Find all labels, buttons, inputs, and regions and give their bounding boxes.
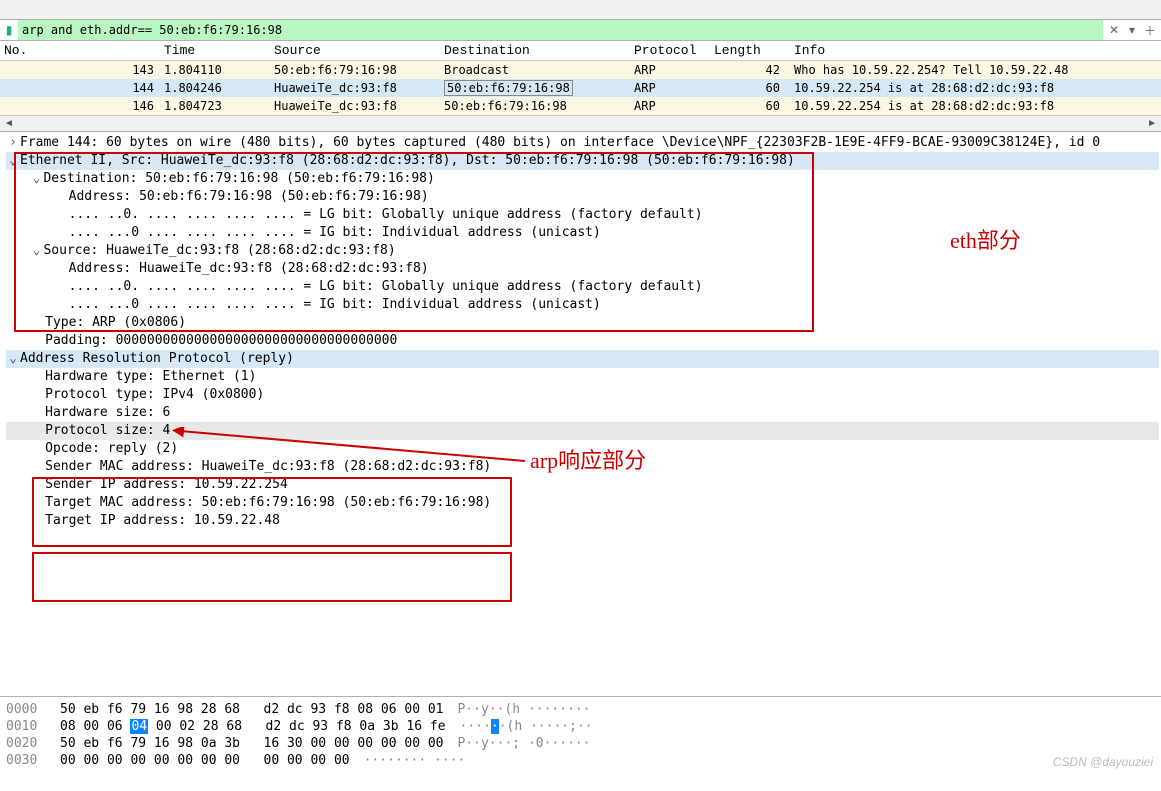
packet-list-header: No. Time Source Destination Protocol Len… — [0, 41, 1161, 61]
header-no[interactable]: No. — [0, 42, 160, 59]
hex-row[interactable]: 002050 eb f6 79 16 98 0a 3b 16 30 00 00 … — [6, 735, 1155, 752]
filter-add-icon[interactable]: ＋ — [1143, 23, 1157, 37]
tree-row[interactable]: ⌄Destination: 50:eb:f6:79:16:98 (50:eb:f… — [6, 170, 1159, 188]
expand-icon[interactable]: › — [6, 134, 20, 152]
hex-row[interactable]: 000050 eb f6 79 16 98 28 68 d2 dc 93 f8 … — [6, 701, 1155, 718]
hex-row[interactable]: 001008 00 06 04 00 02 28 68 d2 dc 93 f8 … — [6, 718, 1155, 735]
filter-clear-icon[interactable]: ✕ — [1107, 23, 1121, 37]
packet-row[interactable]: 146 1.804723 HuaweiTe_dc:93:f8 50:eb:f6:… — [0, 97, 1161, 115]
tree-row[interactable]: Padding: 0000000000000000000000000000000… — [6, 332, 1159, 350]
tree-row[interactable]: Address: HuaweiTe_dc:93:f8 (28:68:d2:dc:… — [6, 260, 1159, 278]
scroll-right-icon[interactable]: ► — [1147, 118, 1157, 129]
packet-bytes-pane: 000050 eb f6 79 16 98 28 68 d2 dc 93 f8 … — [0, 697, 1161, 773]
header-protocol[interactable]: Protocol — [630, 42, 710, 59]
hscroll-bar[interactable]: ◄ ► — [0, 115, 1161, 131]
collapse-icon[interactable]: ⌄ — [6, 152, 20, 170]
tree-row[interactable]: Address: 50:eb:f6:79:16:98 (50:eb:f6:79:… — [6, 188, 1159, 206]
hex-row[interactable]: 003000 00 00 00 00 00 00 00 00 00 00 00·… — [6, 752, 1155, 769]
tree-row-selected[interactable]: Protocol size: 4 — [6, 422, 1159, 440]
tree-row[interactable]: ⌄Source: HuaweiTe_dc:93:f8 (28:68:d2:dc:… — [6, 242, 1159, 260]
tree-row[interactable]: Sender MAC address: HuaweiTe_dc:93:f8 (2… — [6, 458, 1159, 476]
tree-row[interactable]: .... ...0 .... .... .... .... = IG bit: … — [6, 224, 1159, 242]
filter-bar: ▮ ✕ ▾ ＋ — [0, 20, 1161, 41]
tree-row[interactable]: .... ..0. .... .... .... .... = LG bit: … — [6, 206, 1159, 224]
tree-row[interactable]: Opcode: reply (2) — [6, 440, 1159, 458]
tree-row[interactable]: Target IP address: 10.59.22.48 — [6, 512, 1159, 530]
tree-row[interactable]: .... ..0. .... .... .... .... = LG bit: … — [6, 278, 1159, 296]
tree-row[interactable]: Sender IP address: 10.59.22.254 — [6, 476, 1159, 494]
filter-bookmark-icon[interactable]: ▮ — [0, 20, 18, 40]
arp-annotation-box-2 — [32, 552, 512, 602]
main-toolbar — [0, 0, 1161, 20]
collapse-icon[interactable]: ⌄ — [29, 170, 43, 188]
selected-byte: 04 — [130, 719, 148, 734]
tree-row[interactable]: Hardware size: 6 — [6, 404, 1159, 422]
packet-row[interactable]: 143 1.804110 50:eb:f6:79:16:98 Broadcast… — [0, 61, 1161, 79]
collapse-icon[interactable]: ⌄ — [6, 350, 20, 368]
tree-row[interactable]: Protocol type: IPv4 (0x0800) — [6, 386, 1159, 404]
header-info[interactable]: Info — [790, 42, 1161, 59]
packet-list-pane: No. Time Source Destination Protocol Len… — [0, 41, 1161, 132]
header-source[interactable]: Source — [270, 42, 440, 59]
packet-row-selected[interactable]: 144 1.804246 HuaweiTe_dc:93:f8 50:eb:f6:… — [0, 79, 1161, 97]
tree-row-eth[interactable]: ⌄Ethernet II, Src: HuaweiTe_dc:93:f8 (28… — [6, 152, 1159, 170]
header-destination[interactable]: Destination — [440, 42, 630, 59]
tree-row[interactable]: Target MAC address: 50:eb:f6:79:16:98 (5… — [6, 494, 1159, 512]
header-length[interactable]: Length — [710, 42, 790, 59]
tree-row[interactable]: Type: ARP (0x0806) — [6, 314, 1159, 332]
tree-row-frame[interactable]: ›Frame 144: 60 bytes on wire (480 bits),… — [6, 134, 1159, 152]
display-filter-input[interactable] — [18, 20, 1103, 40]
filter-dropdown-icon[interactable]: ▾ — [1125, 23, 1139, 37]
tree-row[interactable]: .... ...0 .... .... .... .... = IG bit: … — [6, 296, 1159, 314]
tree-row-arp[interactable]: ⌄Address Resolution Protocol (reply) — [6, 350, 1159, 368]
header-time[interactable]: Time — [160, 42, 270, 59]
packet-details-pane: ›Frame 144: 60 bytes on wire (480 bits),… — [0, 132, 1161, 697]
scroll-left-icon[interactable]: ◄ — [4, 118, 14, 129]
tree-row[interactable]: Hardware type: Ethernet (1) — [6, 368, 1159, 386]
collapse-icon[interactable]: ⌄ — [29, 242, 43, 260]
